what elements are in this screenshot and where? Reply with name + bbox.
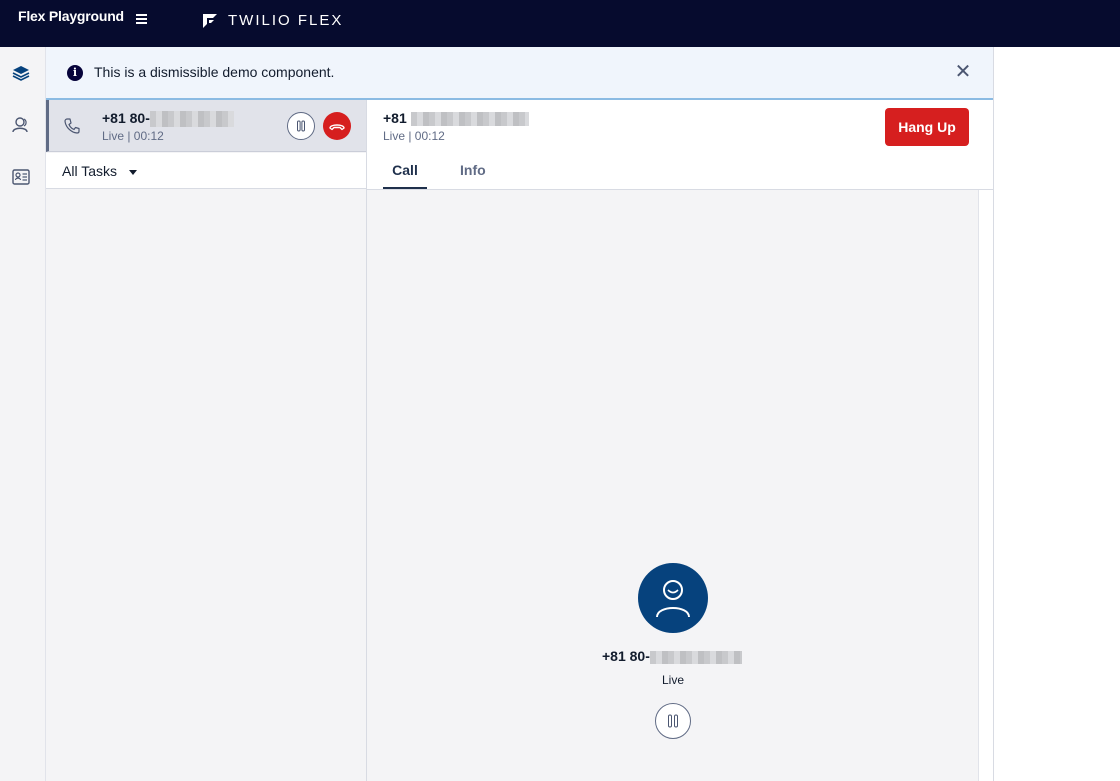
hang-up-button[interactable]: Hang Up	[885, 108, 969, 146]
task-filter-dropdown[interactable]: All Tasks	[46, 153, 366, 189]
top-bar: Flex Playground TWILIO FLEX	[0, 0, 1120, 47]
hold-button[interactable]	[287, 112, 315, 140]
canvas-phone-number: +81 80-	[602, 648, 742, 664]
user-icon	[656, 580, 690, 618]
pause-icon	[668, 714, 678, 728]
canvas-number-prefix: +81 80-	[602, 648, 650, 664]
side-rail	[0, 47, 46, 781]
redacted-digits	[410, 112, 529, 127]
phone-icon	[64, 118, 80, 134]
call-canvas: +81 80- Live	[367, 190, 979, 781]
banner-text: This is a dismissible demo component.	[94, 64, 335, 80]
brand-text: TWILIO FLEX	[228, 12, 344, 29]
brand: TWILIO FLEX	[202, 12, 343, 29]
redacted-digits	[149, 111, 234, 128]
caret-down-icon	[129, 170, 137, 175]
detail-status: Live | 00:12	[383, 129, 445, 143]
app-title: Flex Playground	[18, 8, 124, 24]
tab-call[interactable]: Call	[383, 162, 427, 189]
task-list-panel: +81 80- Live | 00:12 All Tasks	[46, 100, 367, 781]
detail-number-prefix: +81	[383, 110, 407, 126]
right-gutter	[993, 47, 1120, 781]
twilio-flex-logo-icon	[203, 13, 217, 28]
detail-phone-number: +81	[383, 110, 529, 127]
main-area: i This is a dismissible demo component. …	[46, 47, 993, 781]
demo-banner: i This is a dismissible demo component. …	[46, 47, 993, 100]
task-hangup-button[interactable]	[323, 112, 351, 140]
redacted-digits	[649, 650, 742, 664]
info-icon: i	[67, 65, 83, 81]
close-icon[interactable]: ✕	[952, 61, 974, 83]
canvas-hold-button[interactable]	[655, 703, 691, 739]
layers-icon[interactable]	[11, 63, 31, 83]
task-number-prefix: +81 80-	[102, 110, 150, 126]
hangup-icon	[329, 124, 345, 131]
task-detail-panel: +81 Live | 00:12 Hang Up Call Info +81 8…	[367, 100, 993, 781]
canvas-status: Live	[661, 673, 684, 687]
task-detail-header: +81 Live | 00:12 Hang Up Call Info	[367, 100, 993, 190]
pause-icon	[297, 120, 305, 132]
agents-icon[interactable]	[11, 115, 31, 135]
directory-card-icon[interactable]	[11, 167, 31, 187]
avatar	[638, 563, 708, 633]
task-status: Live | 00:12	[102, 129, 164, 143]
task-phone-number: +81 80-	[102, 110, 234, 128]
tab-info[interactable]: Info	[460, 162, 486, 189]
filter-label: All Tasks	[62, 163, 117, 179]
task-card[interactable]: +81 80- Live | 00:12	[46, 100, 366, 152]
hamburger-icon[interactable]	[136, 14, 147, 24]
